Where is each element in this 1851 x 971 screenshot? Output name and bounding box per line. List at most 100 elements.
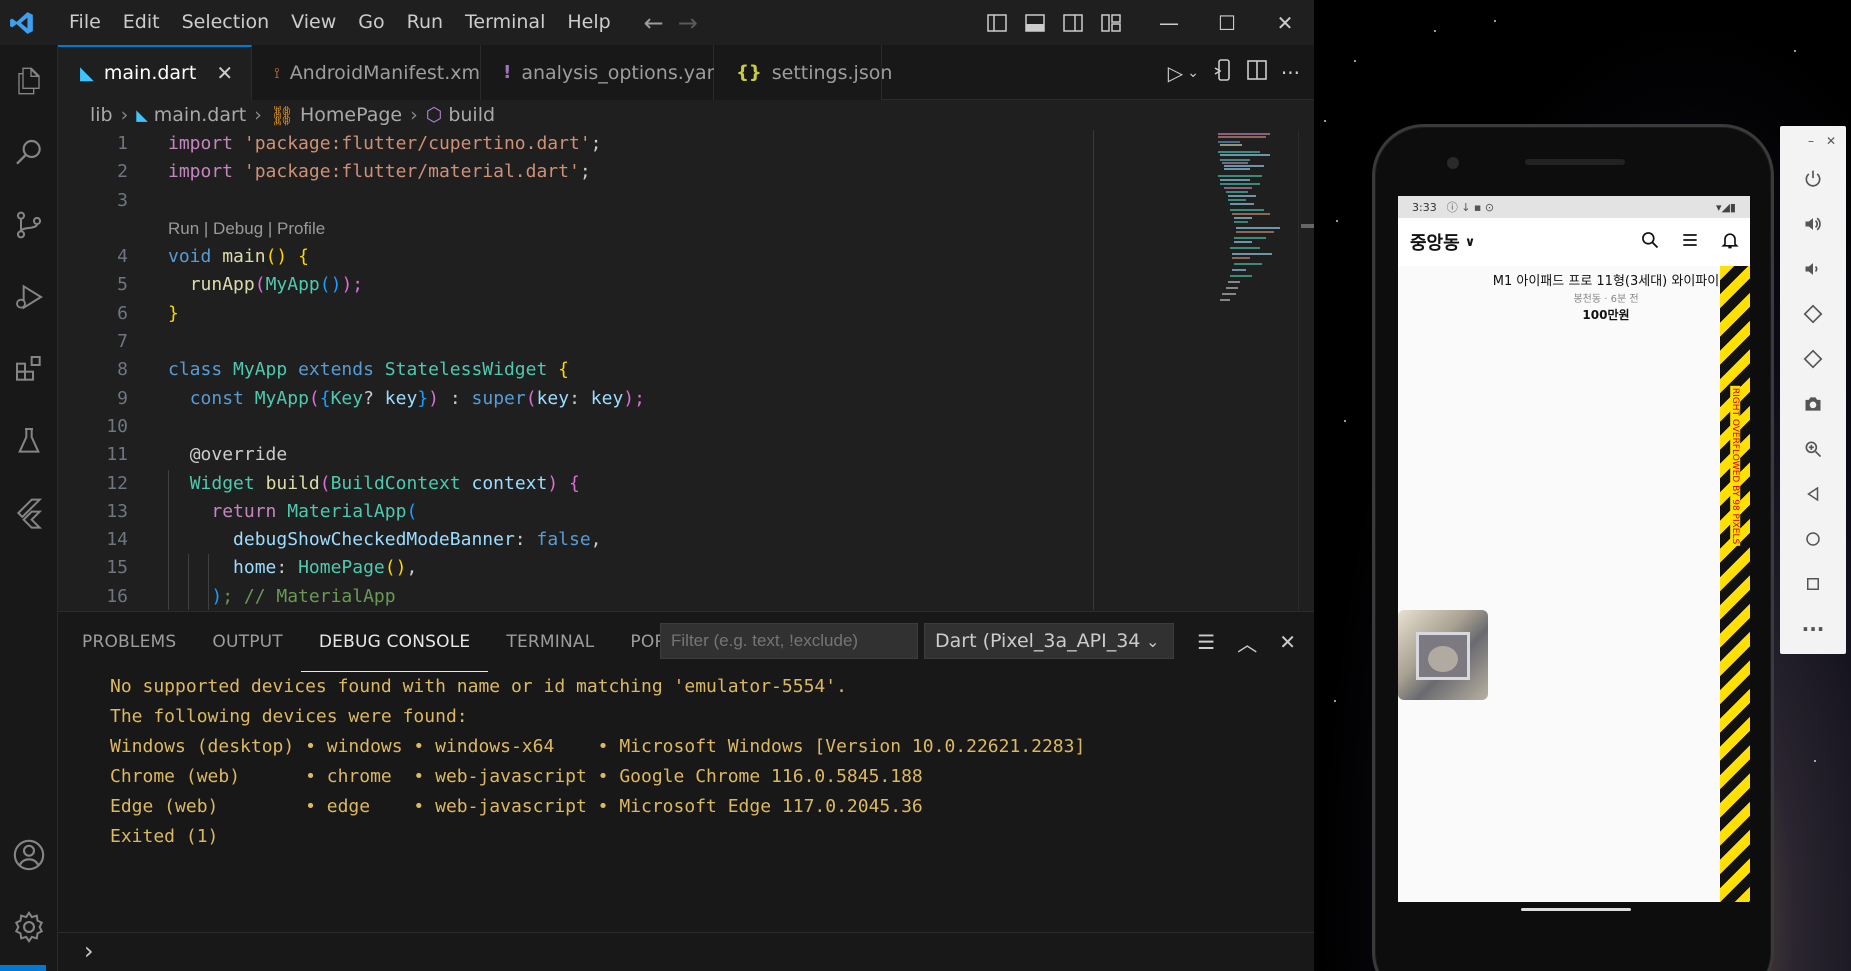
- minimap[interactable]: [1190, 130, 1300, 610]
- breadcrumb-lib[interactable]: lib: [90, 104, 113, 126]
- emulator-toolbar: – ✕ ···: [1780, 126, 1846, 654]
- code-editor[interactable]: 1 import 'package:flutter/cupertino.dart'…: [58, 130, 1314, 610]
- close-emulator-icon[interactable]: ✕: [1826, 134, 1836, 148]
- close-panel-icon[interactable]: ✕: [1279, 630, 1296, 654]
- debug-session-select[interactable]: Dart (Pixel_3a_API_34_extension_level_7_…: [924, 623, 1174, 659]
- tab-terminal[interactable]: TERMINAL: [488, 612, 612, 672]
- menu-selection[interactable]: Selection: [171, 0, 281, 45]
- tab-main-dart[interactable]: ◣ main.dart ✕: [58, 45, 253, 100]
- tab-debug-console[interactable]: DEBUG CONSOLE: [300, 613, 489, 672]
- tab-label: settings.json: [771, 61, 893, 84]
- notification-bell-icon[interactable]: [1720, 230, 1740, 255]
- menu-go[interactable]: Go: [347, 0, 395, 45]
- exclamation-icon: !: [503, 62, 512, 83]
- search-icon[interactable]: [1640, 230, 1660, 255]
- notification-icons: ⓘ ↓ ▪ ⊙: [1446, 201, 1495, 214]
- console-line: Edge (web) • edge • web-javascript • Mic…: [110, 796, 923, 817]
- tab-android-manifest[interactable]: ⟟ AndroidManifest.xml: [252, 45, 485, 100]
- rotate-right-icon[interactable]: [1780, 336, 1846, 381]
- testing-icon[interactable]: [0, 405, 58, 477]
- maximize-panel-chevron-up-icon[interactable]: ︿: [1237, 628, 1257, 657]
- chevron-right-icon: ›: [120, 104, 129, 126]
- tab-output[interactable]: OUTPUT: [194, 612, 301, 672]
- flutter-device-icon[interactable]: [1213, 59, 1233, 86]
- editor-vertical-scrollbar[interactable]: [1298, 130, 1314, 610]
- title-bar: File Edit Selection View Go Run Terminal…: [0, 0, 1314, 45]
- close-window-icon[interactable]: ✕: [1256, 0, 1314, 45]
- power-icon[interactable]: [1780, 156, 1846, 201]
- console-line: Windows (desktop) • windows • windows-x6…: [110, 736, 1086, 757]
- close-tab-icon[interactable]: ✕: [216, 61, 233, 85]
- home-circle-icon[interactable]: [1780, 516, 1846, 561]
- manage-gear-icon[interactable]: [0, 891, 58, 963]
- extensions-icon[interactable]: [0, 333, 58, 405]
- toggle-primary-sidebar-icon[interactable]: [978, 0, 1016, 45]
- tab-problems[interactable]: PROBLEMS: [64, 612, 194, 672]
- menu-run[interactable]: Run: [396, 0, 454, 45]
- debug-session-label: Dart (Pixel_3a_API_34_extension_level_7_…: [935, 630, 1140, 652]
- toggle-secondary-sidebar-icon[interactable]: [1054, 0, 1092, 45]
- accounts-icon[interactable]: [0, 819, 58, 891]
- overview-square-icon[interactable]: [1780, 561, 1846, 606]
- class-icon: ⛓: [269, 104, 294, 127]
- zoom-icon[interactable]: [1780, 426, 1846, 471]
- volume-up-icon[interactable]: [1780, 201, 1846, 246]
- source-control-icon[interactable]: [0, 189, 58, 261]
- breadcrumb-file[interactable]: main.dart: [154, 104, 246, 126]
- gesture-home-bar[interactable]: [1521, 908, 1631, 911]
- method-cube-icon: ⬡: [425, 104, 443, 126]
- rotate-left-icon[interactable]: [1780, 291, 1846, 336]
- back-arrow-icon[interactable]: ←: [644, 9, 664, 37]
- product-listing[interactable]: M1 아이패드 프로 11형(3세대) 와이파이 봉천동 · 6분 전 100만…: [1398, 266, 1750, 902]
- explorer-icon[interactable]: [0, 45, 58, 117]
- more-actions-icon[interactable]: ···: [1281, 61, 1300, 85]
- emulator-screen[interactable]: 3:33 ⓘ ↓ ▪ ⊙ ▾◢▮ 중앙동 ∨ M1 아이패드 프로 11형(3세…: [1398, 196, 1750, 902]
- breadcrumb-method[interactable]: build: [448, 104, 495, 126]
- flutter-icon[interactable]: [0, 477, 58, 549]
- chevron-down-icon[interactable]: ⌄: [1187, 65, 1199, 81]
- console-filter-input[interactable]: [660, 623, 918, 659]
- code-line: 8 class MyApp extends StatelessWidget {: [117, 359, 570, 381]
- listing-thumbnail: [1398, 610, 1488, 700]
- chevron-down-icon[interactable]: ∨: [1465, 235, 1476, 250]
- codelens-run-debug-profile[interactable]: Run | Debug | Profile: [58, 215, 1314, 243]
- volume-down-icon[interactable]: [1780, 246, 1846, 291]
- debug-console-output: No supported devices found with name or …: [58, 672, 1314, 922]
- run-debug-icon[interactable]: [0, 261, 58, 333]
- menu-file[interactable]: File: [58, 0, 112, 45]
- code-line: 9 const MyApp({Key? key}) : super(key: k…: [117, 387, 645, 409]
- menu-terminal[interactable]: Terminal: [454, 0, 556, 45]
- screenshot-camera-icon[interactable]: [1780, 381, 1846, 426]
- menu-view[interactable]: View: [280, 0, 347, 45]
- menu-icon[interactable]: [1680, 230, 1700, 255]
- toggle-panel-icon[interactable]: [1016, 0, 1054, 45]
- clear-console-icon[interactable]: ☰: [1197, 630, 1215, 654]
- location-title[interactable]: 중앙동: [1410, 229, 1460, 255]
- search-icon[interactable]: [0, 117, 58, 189]
- panel-actions: ☰ ︿ ✕: [1197, 612, 1296, 672]
- chevron-right-icon: ›: [254, 104, 262, 126]
- status-bar-remote-indicator[interactable]: [0, 965, 46, 971]
- maximize-icon[interactable]: ☐: [1198, 0, 1256, 45]
- menu-edit[interactable]: Edit: [112, 0, 171, 45]
- console-line: Exited (1): [110, 826, 219, 847]
- listing-price: 100만원: [1582, 308, 1630, 322]
- activity-bar: [0, 45, 58, 971]
- code-line: 16 ); // MaterialApp: [106, 585, 396, 607]
- more-options-icon[interactable]: ···: [1780, 606, 1846, 651]
- back-triangle-icon[interactable]: [1780, 471, 1846, 516]
- overflow-warning-stripe: [1720, 266, 1750, 902]
- forward-arrow-icon[interactable]: →: [678, 9, 698, 37]
- tab-settings-json[interactable]: {} settings.json: [714, 45, 892, 100]
- minimize-emulator-icon[interactable]: –: [1808, 134, 1814, 148]
- code-line: 15 home: HomePage(),: [106, 557, 418, 579]
- customize-layout-icon[interactable]: [1092, 0, 1130, 45]
- tab-analysis-options[interactable]: ! analysis_options.yaml: [481, 45, 730, 100]
- console-input-prompt[interactable]: ›: [58, 932, 1314, 971]
- run-icon[interactable]: ▷: [1168, 61, 1183, 85]
- breadcrumb-class[interactable]: HomePage: [300, 104, 402, 126]
- menu-help[interactable]: Help: [556, 0, 621, 45]
- rss-icon: ⟟: [274, 63, 280, 82]
- split-editor-icon[interactable]: [1247, 60, 1267, 85]
- minimize-icon[interactable]: —: [1140, 0, 1198, 45]
